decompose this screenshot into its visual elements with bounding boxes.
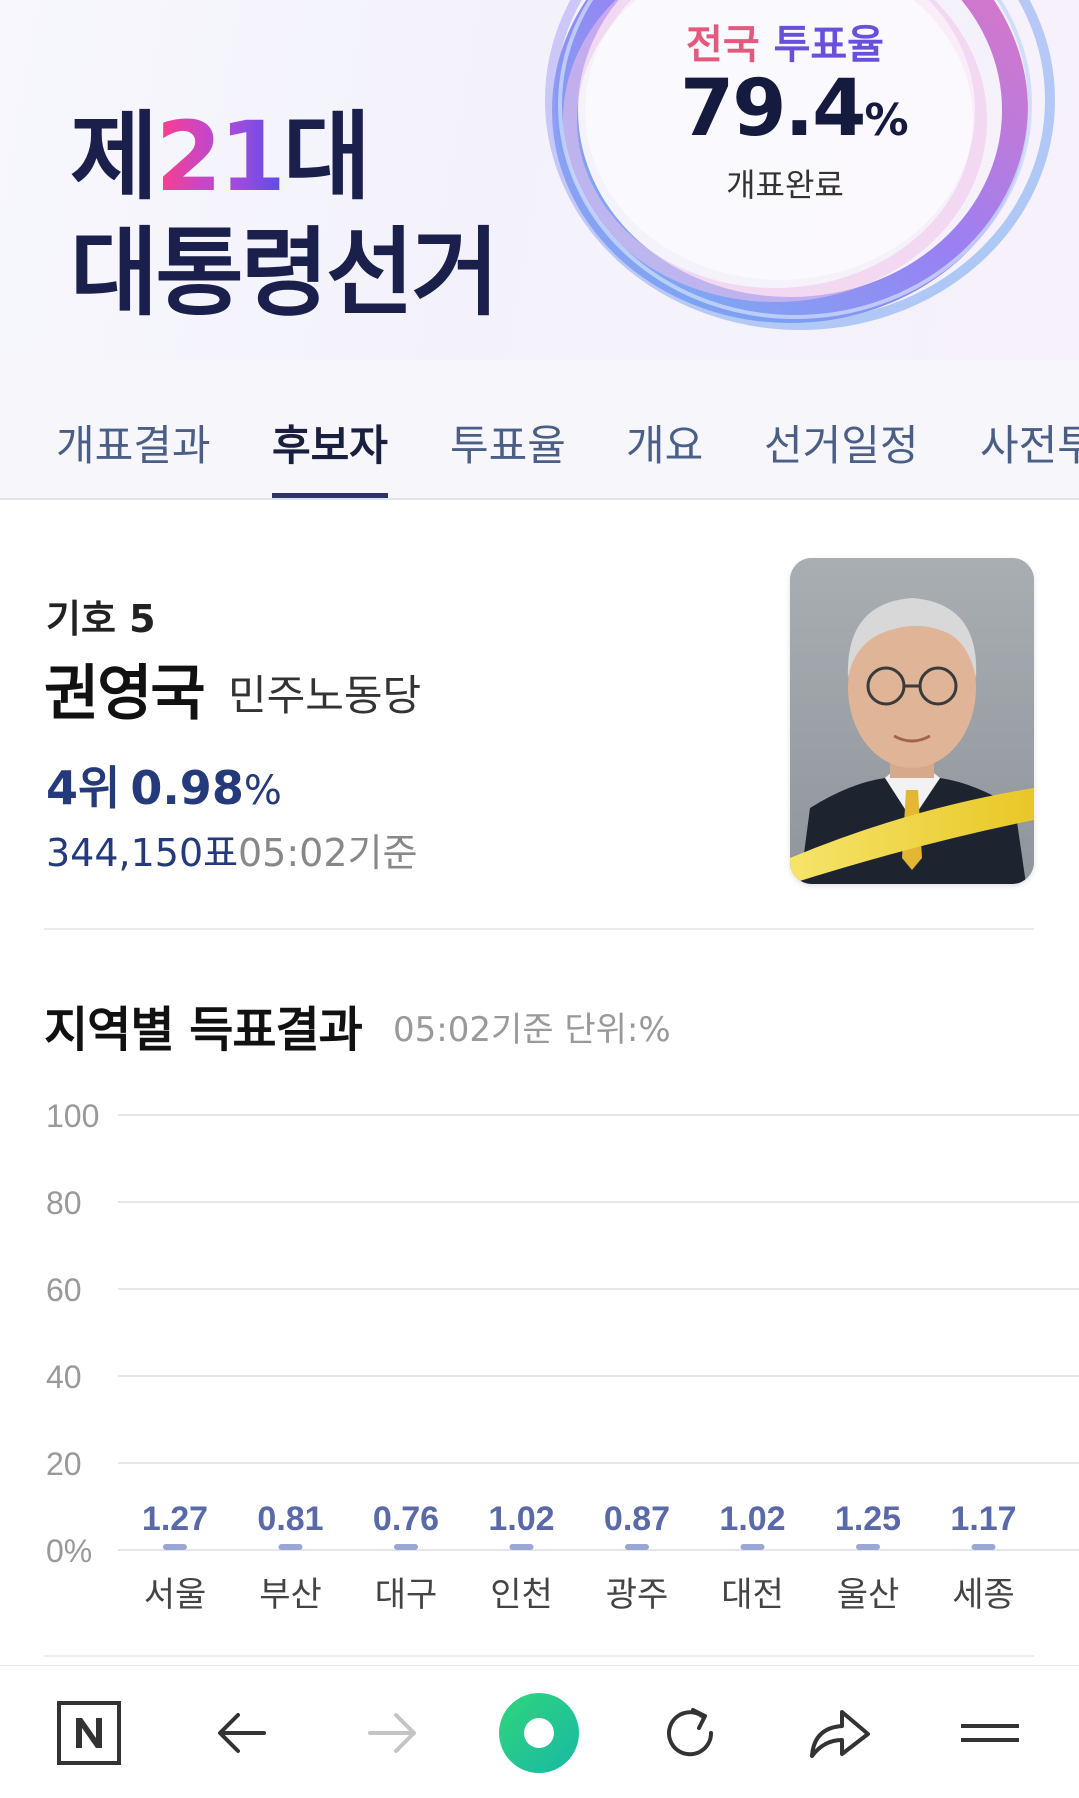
bar-value-label: 1.02 [719,1500,785,1538]
regional-results-chart: 0% 20 40 60 80 100 1.27 서울 0.81 부산 0.76 대구 1.02 인천 0.8… [46,1098,1079,1615]
x-category-label: 대구 [375,1575,438,1615]
tab-label: 선거일정 [764,421,919,470]
candidate-name: 권영국 [44,659,206,729]
naver-home-button[interactable] [47,1691,131,1775]
y-tick-label: 60 [46,1272,82,1308]
title-number: 21 [155,101,286,213]
tab-early-voting[interactable]: 사전투 [980,412,1079,498]
forward-button[interactable] [350,1691,434,1775]
election-banner: 제21대 대통령선거 전국 투표율 79.4% 개표완료 [0,0,1079,360]
x-category-label: 광주 [606,1575,669,1615]
candidate-percent-unit: % [243,768,282,814]
tab-turnout[interactable]: 투표율 [450,412,566,498]
menu-button[interactable] [948,1691,1032,1775]
candidate-as-of: 05:02기준 [238,831,418,875]
candidate-party: 민주노동당 [228,671,422,720]
bar [856,1544,880,1550]
y-tick-label: 80 [46,1185,82,1221]
bar [163,1544,187,1550]
green-circle-icon [499,1693,579,1773]
active-tab-indicator [272,493,388,498]
y-tick-label: 100 [46,1098,99,1134]
candidate-votes: 344,150표 [46,831,239,875]
tab-candidates[interactable]: 후보자 [272,412,388,498]
tab-label: 개요 [626,421,704,470]
bar [971,1544,996,1550]
share-icon [810,1710,870,1758]
browser-bottom-bar [0,1665,1079,1798]
candidate-photo [790,558,1034,884]
title-prefix: 제 [70,101,158,213]
chart-subtitle: 05:02기준 단위:% [393,1010,671,1050]
candidate-number: 기호 5 [46,597,156,641]
candidate-rank: 4위 [46,761,121,815]
candidate-percent: 0.98 [130,761,244,815]
chart-title: 지역별 득표결과 [44,1002,363,1058]
bar-value-label: 1.02 [488,1500,554,1538]
bar [740,1544,765,1550]
turnout-number: 79.4 [680,64,866,154]
section-divider [44,928,1034,930]
y-tick-label: 20 [46,1446,82,1482]
bar [278,1544,303,1550]
bar [625,1544,649,1550]
bar-value-label: 0.76 [373,1500,439,1538]
turnout-status: 개표완료 [726,166,844,204]
reload-button[interactable] [648,1691,732,1775]
back-button[interactable] [200,1691,284,1775]
bar-value-label: 0.81 [257,1500,323,1538]
reload-icon [667,1708,714,1757]
x-category-label: 울산 [837,1575,900,1615]
turnout-unit: % [864,95,909,146]
bar [394,1544,418,1550]
tab-overview[interactable]: 개요 [626,412,703,498]
election-title-line1: 제21대 [70,101,371,213]
menu-icon [961,1724,1019,1742]
title-suffix: 대 [282,101,371,213]
x-category-label: 부산 [259,1575,322,1615]
bar-value-label: 1.17 [950,1500,1016,1538]
share-button[interactable] [797,1691,881,1775]
tab-count-results[interactable]: 개표결과 [56,412,211,498]
bar [509,1544,534,1550]
x-category-label: 세종 [952,1575,1015,1615]
bar-value-label: 1.27 [142,1500,208,1538]
election-title-line2: 대통령선거 [70,217,500,329]
y-tick-label: 40 [46,1359,82,1395]
tab-schedule[interactable]: 선거일정 [764,412,919,498]
forward-arrow-icon [368,1713,416,1753]
back-arrow-icon [218,1713,266,1753]
x-category-label: 대전 [721,1575,784,1615]
candidate-portrait-icon [790,558,1034,884]
y-tick-label: 0% [46,1533,92,1569]
naver-n-icon [57,1701,121,1765]
bar-value-label: 1.25 [835,1500,901,1538]
x-category-label: 인천 [490,1575,553,1615]
bar-value-label: 0.87 [604,1500,670,1538]
section-divider [44,1655,1034,1657]
tab-label: 후보자 [272,421,388,470]
tab-label: 투표율 [450,421,566,470]
tab-label: 사전투 [980,421,1079,470]
section-tabs: 개표결과 후보자 투표율 개요 선거일정 사전투 [0,360,1079,500]
turnout-value: 79.4% [680,62,909,168]
x-category-label: 서울 [144,1575,207,1615]
green-circle-button[interactable] [497,1691,581,1775]
tab-label: 개표결과 [56,421,211,470]
candidate-rank-percent: 4위 0.98% [46,752,282,818]
